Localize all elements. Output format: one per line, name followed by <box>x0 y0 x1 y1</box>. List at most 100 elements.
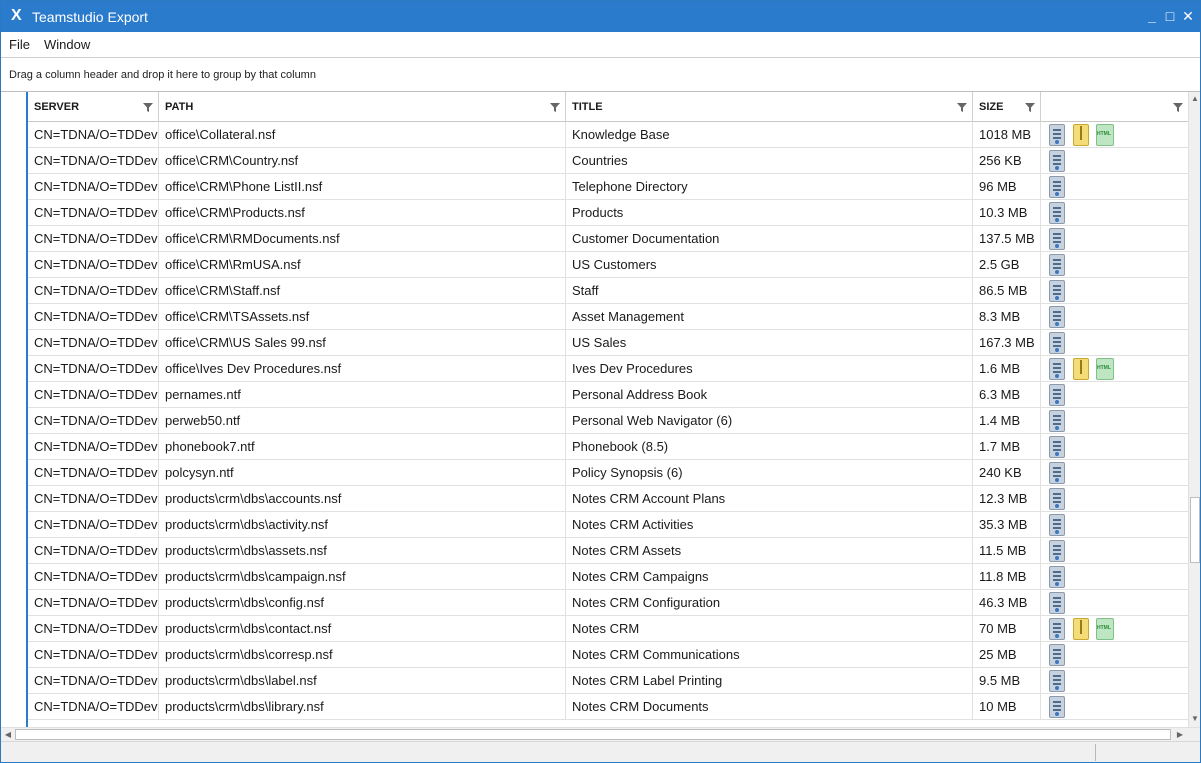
cell-path: office\Collateral.nsf <box>159 122 566 148</box>
zip-icon[interactable] <box>1073 124 1089 146</box>
table-row[interactable]: CN=TDNA/O=TDDev perweb50.ntf Personal Web … <box>28 408 1188 434</box>
cell-title: Products <box>566 200 973 226</box>
menu-file[interactable]: File <box>9 37 30 53</box>
cell-path: products\crm\dbs\library.nsf <box>159 694 566 720</box>
cell-actions <box>1041 564 1188 590</box>
table-row[interactable]: CN=TDNA/O=TDDev phonebook7.ntf Phonebook (… <box>28 434 1188 460</box>
database-icon[interactable] <box>1049 228 1065 250</box>
filter-icon[interactable] <box>549 101 561 113</box>
column-header-path[interactable]: PATH <box>159 92 566 122</box>
cell-path: pernames.ntf <box>159 382 566 408</box>
table-row[interactable]: CN=TDNA/O=TDDev office\CRM\RmUSA.nsf US Cu… <box>28 252 1188 278</box>
table-row[interactable]: CN=TDNA/O=TDDev office\CRM\US Sales 99.ns… <box>28 330 1188 356</box>
scroll-down-icon[interactable]: ▼ <box>1190 714 1200 724</box>
cell-title: US Sales <box>566 330 973 356</box>
filter-icon[interactable] <box>956 101 968 113</box>
database-icon[interactable] <box>1049 540 1065 562</box>
html-icon[interactable] <box>1096 124 1114 146</box>
table-row[interactable]: CN=TDNA/O=TDDev office\CRM\Staff.nsf Staff… <box>28 278 1188 304</box>
html-icon[interactable] <box>1096 618 1114 640</box>
minimize-icon[interactable]: _ <box>1144 7 1160 25</box>
teamstudio-x-icon: X <box>11 7 22 24</box>
database-icon[interactable] <box>1049 358 1065 380</box>
table-row[interactable]: CN=TDNA/O=TDDev office\CRM\TSAssets.nsf As… <box>28 304 1188 330</box>
database-icon[interactable] <box>1049 410 1065 432</box>
horizontal-scroll-thumb[interactable] <box>15 729 1171 740</box>
group-by-panel[interactable]: Drag a column header and drop it here to… <box>1 58 1200 91</box>
cell-title: Ives Dev Procedures <box>566 356 973 382</box>
cell-size: 12.3 MB <box>973 486 1041 512</box>
horizontal-scrollbar[interactable]: ◀ ▶ <box>1 727 1200 741</box>
database-icon[interactable] <box>1049 254 1065 276</box>
title-bar[interactable]: X Teamstudio Export _ □ ✕ <box>1 1 1200 32</box>
table-row[interactable]: CN=TDNA/O=TDDev pernames.ntf Personal Addr… <box>28 382 1188 408</box>
close-icon[interactable]: ✕ <box>1180 7 1196 25</box>
database-icon[interactable] <box>1049 462 1065 484</box>
column-header-server[interactable]: SERVER <box>28 92 159 122</box>
vertical-scrollbar[interactable]: ▲ ▼ <box>1188 92 1200 727</box>
scroll-left-icon[interactable]: ◀ <box>3 729 13 741</box>
database-icon[interactable] <box>1049 176 1065 198</box>
cell-actions <box>1041 512 1188 538</box>
cell-actions <box>1041 694 1188 720</box>
filter-icon[interactable] <box>142 101 154 113</box>
table-row[interactable]: CN=TDNA/O=TDDev products\crm\dbs\accounts… <box>28 486 1188 512</box>
zip-icon[interactable] <box>1073 618 1089 640</box>
table-row[interactable]: CN=TDNA/O=TDDev office\CRM\RMDocuments.ns… <box>28 226 1188 252</box>
table-row[interactable]: CN=TDNA/O=TDDev office\Collateral.nsf Know… <box>28 122 1188 148</box>
database-icon[interactable] <box>1049 514 1065 536</box>
scroll-right-icon[interactable]: ▶ <box>1175 729 1185 741</box>
database-icon[interactable] <box>1049 696 1065 718</box>
html-icon[interactable] <box>1096 358 1114 380</box>
table-row[interactable]: CN=TDNA/O=TDDev office\Ives Dev Procedure… <box>28 356 1188 382</box>
table-row[interactable]: CN=TDNA/O=TDDev products\crm\dbs\campaign… <box>28 564 1188 590</box>
grid-rows: CN=TDNA/O=TDDev office\Collateral.nsf Know… <box>28 122 1188 727</box>
table-row[interactable]: CN=TDNA/O=TDDev office\CRM\Country.nsf Cou… <box>28 148 1188 174</box>
cell-size: 240 KB <box>973 460 1041 486</box>
database-icon[interactable] <box>1049 306 1065 328</box>
database-icon[interactable] <box>1049 566 1065 588</box>
filter-icon[interactable] <box>1172 101 1184 113</box>
filter-icon[interactable] <box>1024 101 1036 113</box>
cell-size: 256 KB <box>973 148 1041 174</box>
column-header-actions[interactable] <box>1041 92 1188 122</box>
database-icon[interactable] <box>1049 670 1065 692</box>
window-title: Teamstudio Export <box>32 9 148 25</box>
cell-title: Personal Address Book <box>566 382 973 408</box>
vertical-scroll-thumb[interactable] <box>1190 497 1200 563</box>
table-row[interactable]: CN=TDNA/O=TDDev products\crm\dbs\label.ns… <box>28 668 1188 694</box>
table-row[interactable]: CN=TDNA/O=TDDev products\crm\dbs\library.… <box>28 694 1188 720</box>
database-icon[interactable] <box>1049 280 1065 302</box>
zip-icon[interactable] <box>1073 358 1089 380</box>
table-row[interactable]: CN=TDNA/O=TDDev products\crm\dbs\corresp.… <box>28 642 1188 668</box>
table-row[interactable]: CN=TDNA/O=TDDev office\CRM\Products.nsf Pr… <box>28 200 1188 226</box>
cell-actions <box>1041 252 1188 278</box>
cell-server: CN=TDNA/O=TDDev <box>28 200 159 226</box>
table-row[interactable]: CN=TDNA/O=TDDev products\crm\dbs\contact.… <box>28 616 1188 642</box>
cell-server: CN=TDNA/O=TDDev <box>28 408 159 434</box>
menu-window[interactable]: Window <box>44 37 90 53</box>
database-icon[interactable] <box>1049 124 1065 146</box>
database-icon[interactable] <box>1049 488 1065 510</box>
database-icon[interactable] <box>1049 384 1065 406</box>
database-icon[interactable] <box>1049 592 1065 614</box>
maximize-icon[interactable]: □ <box>1162 7 1178 25</box>
table-row[interactable]: CN=TDNA/O=TDDev office\CRM\Phone ListII.n… <box>28 174 1188 200</box>
table-row[interactable]: CN=TDNA/O=TDDev products\crm\dbs\assets.n… <box>28 538 1188 564</box>
grid-header: SERVER PATH TITLE SIZE <box>28 92 1188 122</box>
cell-title: Notes CRM Communications <box>566 642 973 668</box>
database-icon[interactable] <box>1049 202 1065 224</box>
database-icon[interactable] <box>1049 150 1065 172</box>
scroll-up-icon[interactable]: ▲ <box>1190 94 1200 104</box>
table-row[interactable]: CN=TDNA/O=TDDev products\crm\dbs\activity… <box>28 512 1188 538</box>
database-icon[interactable] <box>1049 618 1065 640</box>
cell-actions <box>1041 278 1188 304</box>
column-header-title[interactable]: TITLE <box>566 92 973 122</box>
database-icon[interactable] <box>1049 332 1065 354</box>
table-row[interactable]: CN=TDNA/O=TDDev polcysyn.ntf Policy Synops… <box>28 460 1188 486</box>
column-header-size[interactable]: SIZE <box>973 92 1041 122</box>
database-icon[interactable] <box>1049 644 1065 666</box>
database-icon[interactable] <box>1049 436 1065 458</box>
cell-title: Asset Management <box>566 304 973 330</box>
table-row[interactable]: CN=TDNA/O=TDDev products\crm\dbs\config.n… <box>28 590 1188 616</box>
